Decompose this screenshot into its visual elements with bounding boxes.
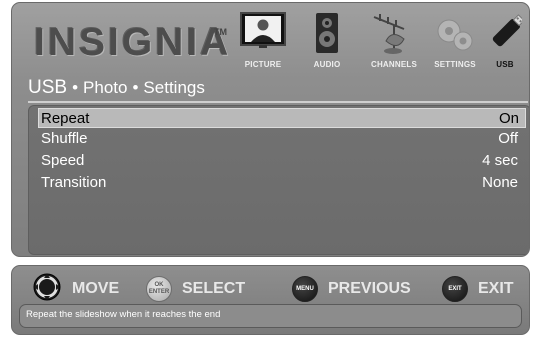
setting-label: Speed <box>41 152 85 169</box>
move-hint: MOVE <box>32 272 120 307</box>
tab-picture-label: PICTURE <box>244 60 282 69</box>
tab-settings[interactable]: SETTINGS <box>426 11 484 69</box>
antenna-icon <box>368 11 420 62</box>
dpad-icon <box>32 272 62 307</box>
tab-usb-label: USB <box>496 60 514 69</box>
tab-channels-label: CHANNELS <box>370 60 418 69</box>
move-label: MOVE <box>72 280 120 297</box>
exit-label: EXIT <box>478 280 514 297</box>
breadcrumb-root: USB <box>28 77 68 98</box>
speaker-icon <box>312 11 342 60</box>
usb-stick-icon <box>488 11 525 62</box>
main-menu-panel: INSIGNIA TM PICTURE AUDIO CHANNELS SETTI… <box>11 2 530 257</box>
setting-value: On <box>498 110 519 127</box>
setting-label: Repeat <box>41 110 90 127</box>
tab-picture[interactable]: PICTURE <box>234 11 292 69</box>
tv-icon <box>239 11 287 56</box>
insignia-logo: INSIGNIA <box>34 21 232 64</box>
setting-row-repeat[interactable]: Repeat On <box>38 108 526 128</box>
ok-text: OK <box>154 282 164 288</box>
setting-value: Off <box>498 130 518 147</box>
ok-enter-button-icon: OK ENTER <box>146 276 172 302</box>
setting-row-speed[interactable]: Speed 4 sec <box>29 151 529 171</box>
select-label: SELECT <box>182 280 246 297</box>
settings-list: Repeat On Shuffle Off Speed 4 sec Transi… <box>28 105 529 255</box>
setting-label: Transition <box>41 174 107 191</box>
gears-icon <box>433 11 477 60</box>
breadcrumb-separator: • <box>72 78 79 97</box>
enter-text: ENTER <box>148 289 170 295</box>
help-box: Repeat the slideshow when it reaches the… <box>19 304 522 328</box>
tab-audio[interactable]: AUDIO <box>298 11 356 69</box>
breadcrumb: USB • Photo • Settings <box>28 75 529 100</box>
tab-channels[interactable]: CHANNELS <box>362 11 426 69</box>
select-hint: OK ENTER SELECT <box>146 274 245 304</box>
setting-value: 4 sec <box>482 152 518 169</box>
setting-row-shuffle[interactable]: Shuffle Off <box>29 129 529 149</box>
previous-hint: MENU PREVIOUS <box>292 274 411 304</box>
breadcrumb-divider <box>28 101 528 103</box>
tab-settings-label: SETTINGS <box>434 60 476 69</box>
menu-button-icon: MENU <box>292 276 318 302</box>
exit-hint: EXIT EXIT <box>442 274 514 304</box>
previous-label: PREVIOUS <box>328 280 411 297</box>
help-text: Repeat the slideshow when it reaches the… <box>26 309 221 320</box>
exit-button-icon: EXIT <box>442 276 468 302</box>
brand-bar: INSIGNIA TM PICTURE AUDIO CHANNELS SETTI… <box>12 3 529 71</box>
navigation-help-panel: MOVE OK ENTER SELECT MENU PREVIOUS EXIT … <box>11 265 530 335</box>
setting-row-transition[interactable]: Transition None <box>29 173 529 193</box>
breadcrumb-level-2: Settings <box>143 78 205 97</box>
setting-value: None <box>482 174 518 191</box>
tab-usb[interactable]: USB <box>480 11 529 69</box>
breadcrumb-separator: • <box>132 78 139 97</box>
breadcrumb-level-1: Photo <box>83 78 128 97</box>
trademark-mark: TM <box>214 27 227 37</box>
setting-label: Shuffle <box>41 130 88 147</box>
nav-hints: MOVE OK ENTER SELECT MENU PREVIOUS EXIT … <box>12 272 529 307</box>
tab-audio-label: AUDIO <box>313 60 341 69</box>
